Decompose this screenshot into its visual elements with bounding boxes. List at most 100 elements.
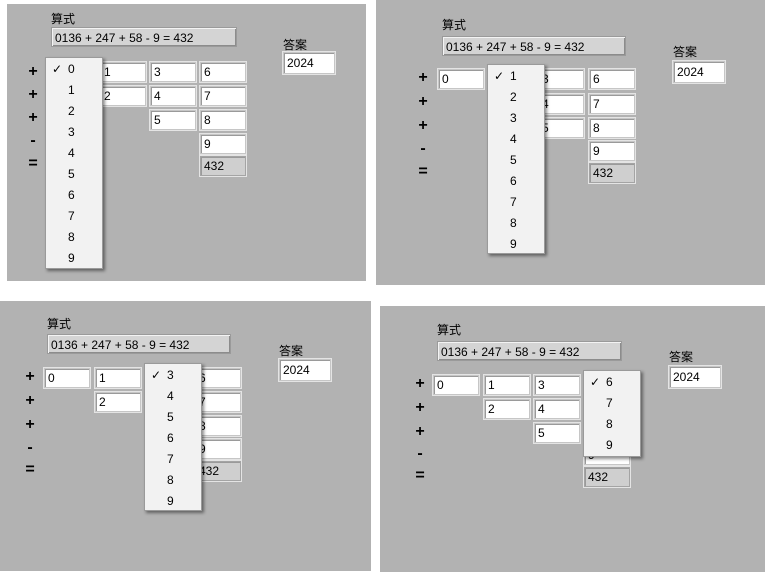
menu-item[interactable]: 1 <box>46 80 102 101</box>
answer-label: 答案 <box>669 350 694 364</box>
menu-item[interactable]: 4 <box>488 129 544 150</box>
operator-plus-1: + <box>28 63 38 80</box>
menu-item[interactable]: 5 <box>145 407 201 428</box>
operator-plus-1: + <box>415 375 425 392</box>
digit-ring-col3-row3[interactable]: 5 <box>534 423 580 443</box>
digit-ring-col2-row2[interactable]: 2 <box>95 392 141 412</box>
menu-item[interactable]: 3 <box>488 108 544 129</box>
menu-item[interactable]: 3 <box>46 122 102 143</box>
operator-plus-2: + <box>415 399 425 416</box>
digit-ring-col1-row1[interactable]: 0 <box>44 368 90 388</box>
digit-ring-col2-row2[interactable]: 2 <box>484 399 530 419</box>
digit-ring-col4-row4[interactable]: 9 <box>589 141 635 161</box>
digit-ring-col2-row2[interactable]: 2 <box>100 86 146 106</box>
menu-item[interactable]: ✓ 3 <box>145 365 201 386</box>
digit-dropdown-menu[interactable]: ✓ 3 4 5 6 7 8 9 <box>144 363 202 511</box>
operator-plus-2: + <box>28 86 38 103</box>
menu-item[interactable]: 7 <box>584 393 640 414</box>
menu-item-label: 1 <box>68 83 75 97</box>
digit-ring-col4-row1[interactable]: 6 <box>200 62 246 82</box>
check-icon: ✓ <box>151 368 162 382</box>
digit-ring-col2-row1[interactable]: 1 <box>100 62 146 82</box>
menu-item-label: 6 <box>606 375 613 389</box>
menu-item-label: 3 <box>68 125 75 139</box>
menu-item-label: 0 <box>68 62 75 76</box>
menu-item-label: 2 <box>510 90 517 104</box>
menu-item-label: 9 <box>606 438 613 452</box>
expression-label: 算式 <box>437 323 462 337</box>
digit-ring-col3-row3[interactable]: 5 <box>150 110 196 130</box>
expression-display: 0136 + 247 + 58 - 9 = 432 <box>47 334 231 354</box>
menu-item[interactable]: 8 <box>488 213 544 234</box>
result-display: 432 <box>584 467 630 487</box>
menu-item[interactable]: 7 <box>488 192 544 213</box>
menu-item-label: 8 <box>68 230 75 244</box>
check-icon: ✓ <box>52 62 63 76</box>
menu-item[interactable]: 2 <box>46 101 102 122</box>
menu-item[interactable]: 6 <box>145 428 201 449</box>
answer-field[interactable]: 2024 <box>283 52 335 74</box>
menu-item-label: 8 <box>167 473 174 487</box>
digit-ring-col4-row4[interactable]: 9 <box>200 134 246 154</box>
menu-item[interactable]: 4 <box>145 386 201 407</box>
digit-ring-col4-row3[interactable]: 8 <box>200 110 246 130</box>
menu-item-label: 9 <box>68 251 75 265</box>
digit-ring-col1-row1[interactable]: 0 <box>438 69 484 89</box>
menu-item[interactable]: 4 <box>46 143 102 164</box>
digit-ring-col4-row2[interactable]: 7 <box>200 86 246 106</box>
menu-item[interactable]: ✓ 6 <box>584 372 640 393</box>
answer-field[interactable]: 2024 <box>669 366 721 388</box>
menu-item[interactable]: 6 <box>46 185 102 206</box>
digit-ring-col2-row1[interactable]: 1 <box>95 368 141 388</box>
menu-item-label: 8 <box>510 216 517 230</box>
operator-plus-3: + <box>415 423 425 440</box>
answer-field[interactable]: 2024 <box>673 61 725 83</box>
digit-ring-col4-row2[interactable]: 7 <box>589 94 635 114</box>
operator-plus-3: + <box>418 117 428 134</box>
menu-item[interactable]: 7 <box>46 206 102 227</box>
menu-item[interactable]: 9 <box>584 435 640 456</box>
expression-label: 算式 <box>442 18 467 32</box>
menu-item[interactable]: 7 <box>145 449 201 470</box>
digit-dropdown-menu[interactable]: ✓ 1 2 3 4 5 6 7 8 9 <box>487 64 545 254</box>
digit-ring-col3-row1[interactable]: 3 <box>534 375 580 395</box>
panel-b: 算式 0136 + 247 + 58 - 9 = 432 答案 2024 + +… <box>376 0 765 285</box>
operator-minus: - <box>420 140 426 157</box>
expression-display: 0136 + 247 + 58 - 9 = 432 <box>437 341 622 361</box>
menu-item-label: 1 <box>510 69 517 83</box>
menu-item[interactable]: 2 <box>488 87 544 108</box>
digit-ring-col1-row1[interactable]: 0 <box>433 375 479 395</box>
menu-item[interactable]: ✓ 1 <box>488 66 544 87</box>
menu-item[interactable]: 9 <box>488 234 544 255</box>
menu-item[interactable]: 5 <box>488 150 544 171</box>
digit-ring-col4-row3[interactable]: 8 <box>589 118 635 138</box>
menu-item-label: 3 <box>510 111 517 125</box>
answer-field[interactable]: 2024 <box>279 359 331 381</box>
digit-dropdown-menu[interactable]: ✓ 0 1 2 3 4 5 6 7 8 9 <box>45 57 103 269</box>
menu-item-label: 6 <box>510 174 517 188</box>
digit-ring-col3-row1[interactable]: 3 <box>150 62 196 82</box>
menu-item[interactable]: 9 <box>46 248 102 269</box>
menu-item[interactable]: 8 <box>145 470 201 491</box>
digit-ring-col4-row1[interactable]: 6 <box>589 69 635 89</box>
panel-a: 算式 0136 + 247 + 58 - 9 = 432 答案 2024 + +… <box>7 4 366 281</box>
operator-plus-1: + <box>25 368 35 385</box>
digit-ring-col3-row2[interactable]: 4 <box>534 399 580 419</box>
menu-item-label: 9 <box>167 494 174 508</box>
menu-item[interactable]: 6 <box>488 171 544 192</box>
operator-equals: = <box>28 155 38 172</box>
expression-display: 0136 + 247 + 58 - 9 = 432 <box>442 36 626 56</box>
menu-item[interactable]: 8 <box>46 227 102 248</box>
menu-item[interactable]: 5 <box>46 164 102 185</box>
digit-dropdown-menu[interactable]: ✓ 6 7 8 9 <box>583 370 641 457</box>
check-icon: ✓ <box>494 69 505 83</box>
digit-ring-col2-row1[interactable]: 1 <box>484 375 530 395</box>
menu-item[interactable]: ✓ 0 <box>46 59 102 80</box>
menu-item[interactable]: 9 <box>145 491 201 512</box>
digit-ring-col3-row2[interactable]: 4 <box>150 86 196 106</box>
operator-minus: - <box>30 132 36 149</box>
answer-label: 答案 <box>283 38 308 52</box>
menu-item[interactable]: 8 <box>584 414 640 435</box>
menu-item-label: 6 <box>68 188 75 202</box>
menu-item-label: 5 <box>167 410 174 424</box>
